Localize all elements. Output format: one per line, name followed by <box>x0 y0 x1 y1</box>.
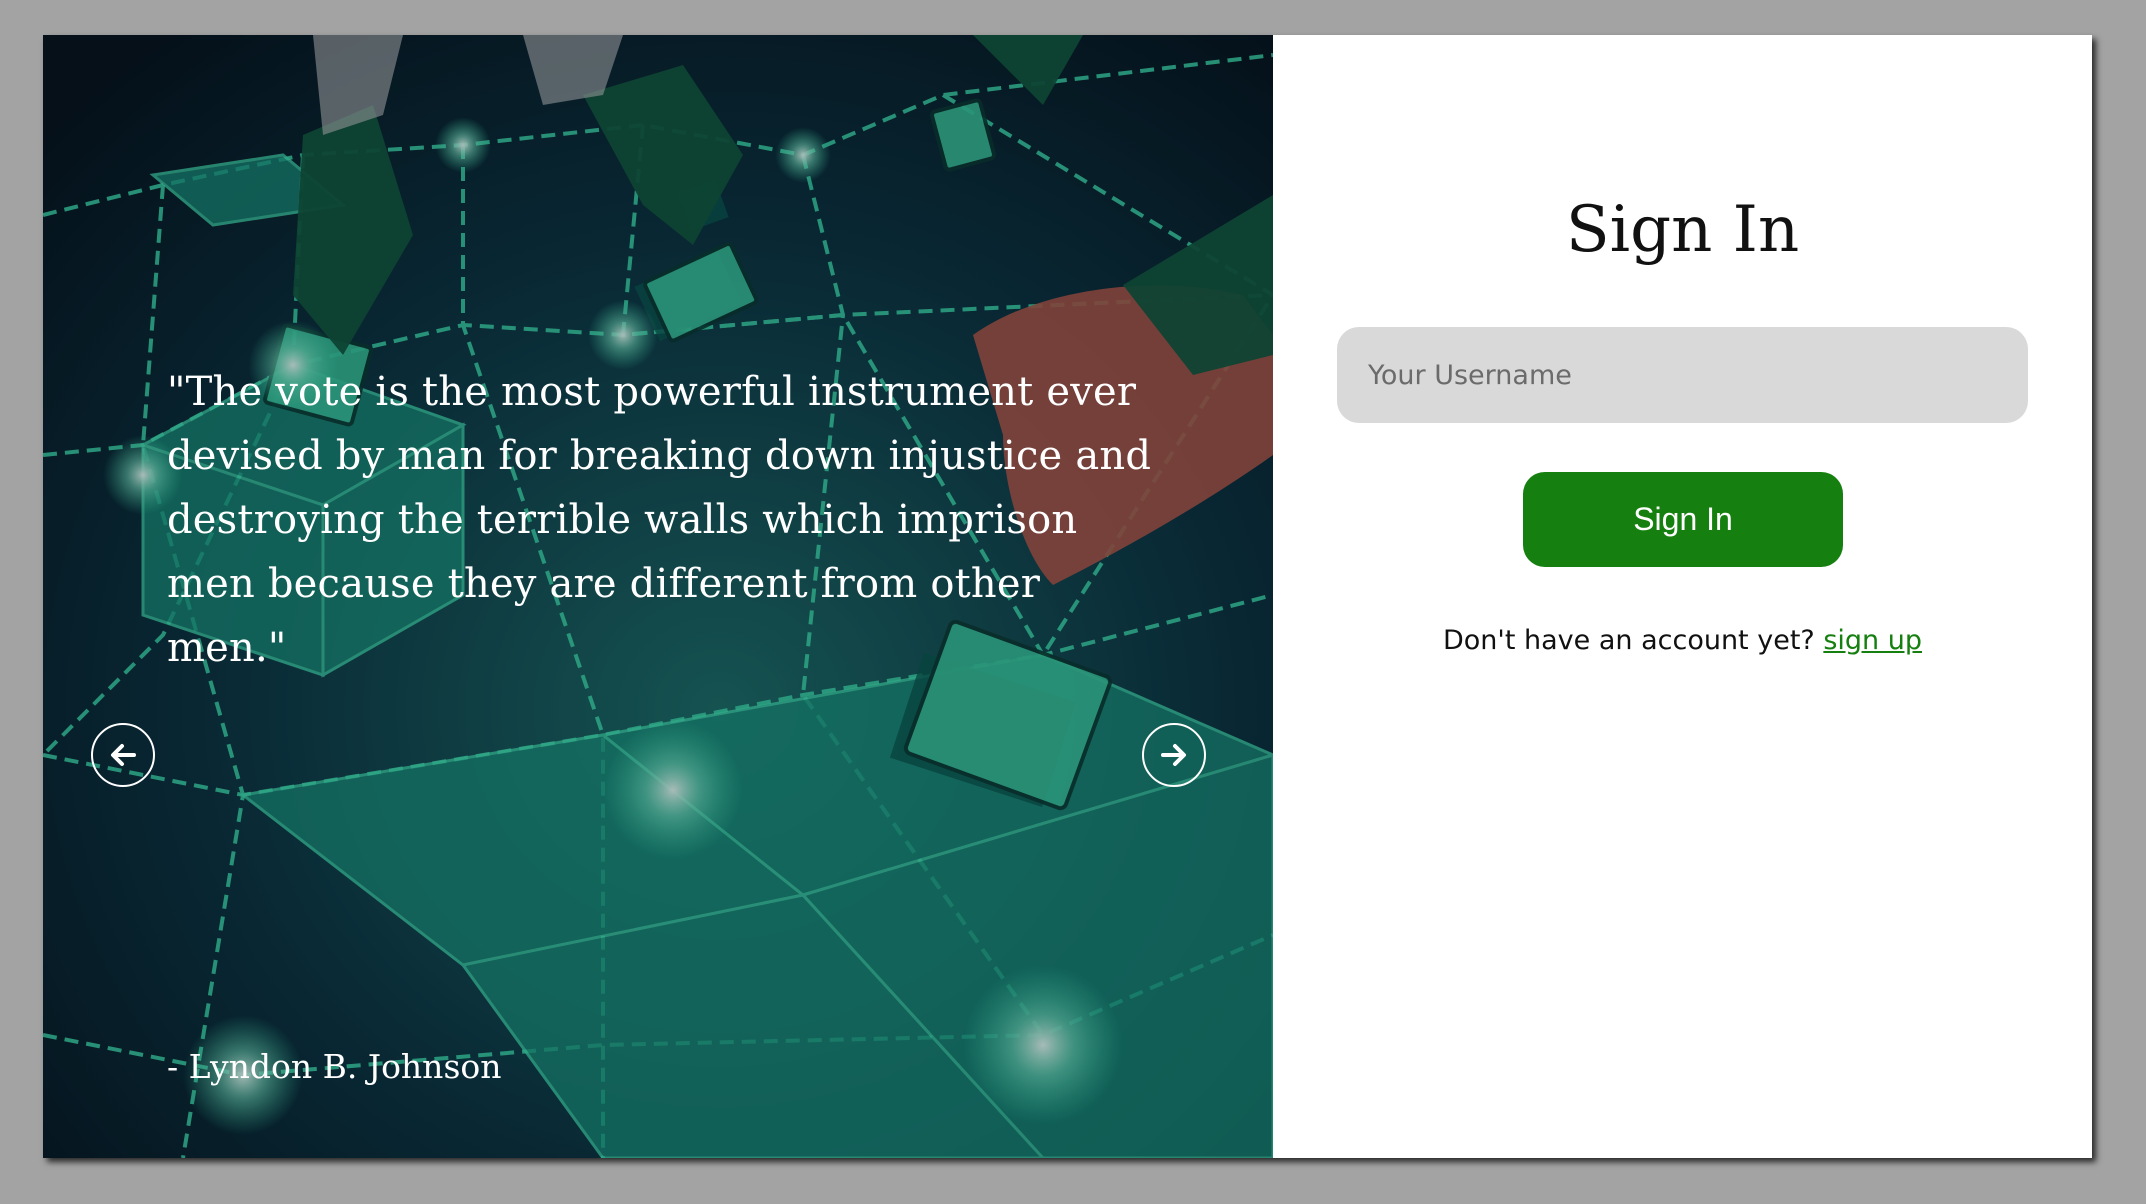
sign-in-panel: Sign In Sign In Don't have an account ye… <box>1273 35 2092 1158</box>
carousel-next-button[interactable] <box>1142 723 1206 787</box>
sign-up-link[interactable]: sign up <box>1823 625 1922 656</box>
username-input[interactable] <box>1337 327 2028 423</box>
arrow-right-icon <box>1161 744 1186 766</box>
carousel-prev-button[interactable] <box>91 723 155 787</box>
sign-in-button[interactable]: Sign In <box>1523 472 1843 567</box>
page-title: Sign In <box>1565 193 1800 267</box>
arrow-left-icon <box>111 744 136 766</box>
signup-prompt-text: Don't have an account yet? <box>1443 625 1815 656</box>
hero-quote-author: - Lyndon B. Johnson <box>167 1047 502 1086</box>
hero-quote: "The vote is the most powerful instrumen… <box>167 369 1152 671</box>
signup-prompt-line: Don't have an account yet? sign up <box>1273 625 2092 656</box>
login-card: "The vote is the most powerful instrumen… <box>43 35 2092 1158</box>
hero-carousel: "The vote is the most powerful instrumen… <box>43 35 1273 1158</box>
